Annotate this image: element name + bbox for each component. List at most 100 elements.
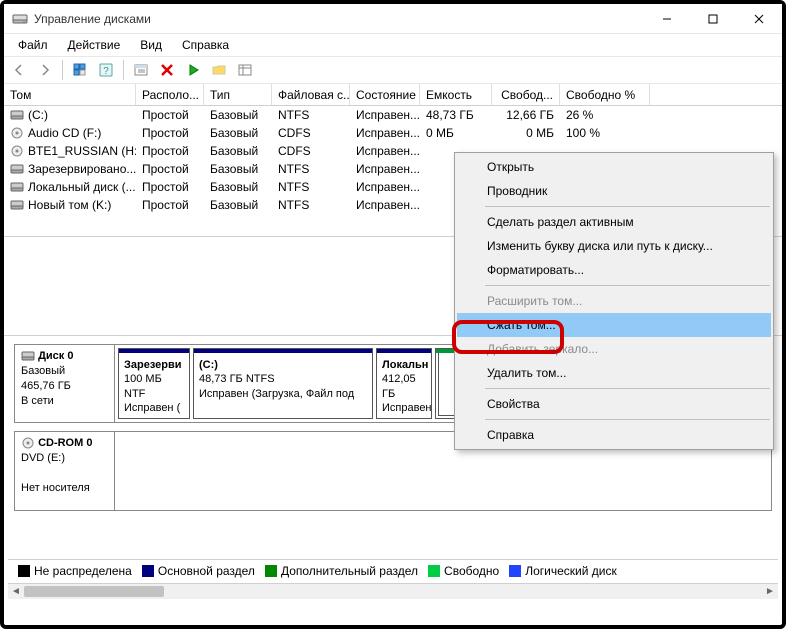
col-fs[interactable]: Файловая с... bbox=[272, 84, 350, 105]
maximize-button[interactable] bbox=[690, 4, 736, 33]
ctx-props[interactable]: Свойства bbox=[457, 392, 771, 416]
forward-button[interactable] bbox=[34, 59, 56, 81]
col-pct[interactable]: Свободно % bbox=[560, 84, 650, 105]
ctx-shrink[interactable]: Сжать том... bbox=[457, 313, 771, 337]
volume-name: BTE1_RUSSIAN (H:) bbox=[28, 144, 136, 158]
menu-help[interactable]: Справка bbox=[174, 36, 237, 54]
drive-icon bbox=[10, 163, 24, 175]
cell-fs: CDFS bbox=[272, 144, 350, 158]
window-title: Управление дисками bbox=[34, 12, 644, 26]
volume-table-header: Том Располо... Тип Файловая с... Состоян… bbox=[4, 84, 782, 106]
cdrom-header[interactable]: CD-ROM 0 DVD (E:) Нет носителя bbox=[15, 432, 115, 510]
back-button[interactable] bbox=[8, 59, 30, 81]
cd-icon bbox=[10, 145, 24, 157]
volume-name: Локальный диск (... bbox=[28, 180, 136, 194]
titlebar: Управление дисками bbox=[4, 4, 782, 34]
table-row[interactable]: Audio CD (F:)ПростойБазовыйCDFSИсправен.… bbox=[4, 124, 782, 142]
folder-button[interactable] bbox=[208, 59, 230, 81]
disk-icon bbox=[21, 350, 35, 362]
context-menu: Открыть Проводник Сделать раздел активны… bbox=[454, 152, 774, 450]
col-free[interactable]: Свобод... bbox=[492, 84, 560, 105]
cell-type: Базовый bbox=[204, 108, 272, 122]
col-volume[interactable]: Том bbox=[4, 84, 136, 105]
col-state[interactable]: Состояние bbox=[350, 84, 420, 105]
cell-type: Базовый bbox=[204, 144, 272, 158]
cdrom-title: CD-ROM 0 bbox=[38, 437, 92, 449]
partition[interactable]: (C:)48,73 ГБ NTFSИсправен (Загрузка, Фай… bbox=[193, 348, 373, 419]
legend-logical: Логический диск bbox=[525, 564, 617, 578]
scroll-right-icon[interactable]: ► bbox=[762, 584, 778, 600]
cell-layout: Простой bbox=[136, 198, 204, 212]
scroll-left-icon[interactable]: ◄ bbox=[8, 584, 24, 600]
partition[interactable]: Зарезерви 100 МБ NTF Исправен ( bbox=[118, 348, 190, 419]
settings-button[interactable] bbox=[130, 59, 152, 81]
cell-layout: Простой bbox=[136, 144, 204, 158]
cell-fs: NTFS bbox=[272, 180, 350, 194]
col-capacity[interactable]: Емкость bbox=[420, 84, 492, 105]
cell-pct: 26 % bbox=[560, 108, 650, 122]
disk0-size: 465,76 ГБ bbox=[21, 380, 71, 392]
delete-button[interactable] bbox=[156, 59, 178, 81]
cell-pct: 100 % bbox=[560, 126, 650, 140]
cell-free: 0 МБ bbox=[492, 126, 560, 140]
part-size: 48,73 ГБ NTFS bbox=[199, 373, 275, 385]
part-status: Исправен bbox=[382, 402, 432, 414]
col-layout[interactable]: Располо... bbox=[136, 84, 204, 105]
svg-text:?: ? bbox=[103, 66, 109, 77]
cd-icon bbox=[10, 127, 24, 139]
ctx-open[interactable]: Открыть bbox=[457, 155, 771, 179]
cell-cap: 0 МБ bbox=[420, 126, 492, 140]
cell-type: Базовый bbox=[204, 162, 272, 176]
play-button[interactable] bbox=[182, 59, 204, 81]
menu-view[interactable]: Вид bbox=[132, 36, 170, 54]
toolbar: ? bbox=[4, 56, 782, 84]
ctx-active[interactable]: Сделать раздел активным bbox=[457, 210, 771, 234]
ctx-delete[interactable]: Удалить том... bbox=[457, 361, 771, 385]
cell-type: Базовый bbox=[204, 126, 272, 140]
cell-fs: NTFS bbox=[272, 162, 350, 176]
cell-layout: Простой bbox=[136, 108, 204, 122]
part-status: Исправен ( bbox=[124, 402, 180, 414]
col-type[interactable]: Тип bbox=[204, 84, 272, 105]
part-name: Зарезерви bbox=[124, 359, 182, 371]
ctx-help[interactable]: Справка bbox=[457, 423, 771, 447]
cell-state: Исправен... bbox=[350, 126, 420, 140]
partition[interactable]: Локальн412,05 ГБИсправен bbox=[376, 348, 432, 419]
app-icon bbox=[12, 11, 28, 27]
cd-icon bbox=[21, 437, 35, 449]
menu-file[interactable]: Файл bbox=[10, 36, 56, 54]
cell-layout: Простой bbox=[136, 162, 204, 176]
cell-state: Исправен... bbox=[350, 162, 420, 176]
part-name: (C:) bbox=[199, 359, 218, 371]
volume-name: Новый том (K:) bbox=[28, 198, 111, 212]
menu-action[interactable]: Действие bbox=[60, 36, 129, 54]
table-row[interactable]: (C:)ПростойБазовыйNTFSИсправен...48,73 Г… bbox=[4, 106, 782, 124]
drive-icon bbox=[10, 199, 24, 211]
minimize-button[interactable] bbox=[644, 4, 690, 33]
cell-type: Базовый bbox=[204, 180, 272, 194]
cell-type: Базовый bbox=[204, 198, 272, 212]
menubar: Файл Действие Вид Справка bbox=[4, 34, 782, 56]
drive-icon bbox=[10, 181, 24, 193]
cell-cap: 48,73 ГБ bbox=[420, 108, 492, 122]
cell-layout: Простой bbox=[136, 180, 204, 194]
horizontal-scrollbar[interactable]: ◄ ► bbox=[8, 583, 778, 599]
disk0-type: Базовый bbox=[21, 365, 65, 377]
ctx-format[interactable]: Форматировать... bbox=[457, 258, 771, 282]
ctx-letter[interactable]: Изменить букву диска или путь к диску... bbox=[457, 234, 771, 258]
cell-state: Исправен... bbox=[350, 108, 420, 122]
refresh-button[interactable] bbox=[69, 59, 91, 81]
part-size: 100 МБ NTF bbox=[124, 373, 162, 399]
cell-state: Исправен... bbox=[350, 144, 420, 158]
close-button[interactable] bbox=[736, 4, 782, 33]
cdrom-type: DVD (E:) bbox=[21, 452, 65, 464]
legend-extended: Дополнительный раздел bbox=[281, 564, 418, 578]
ctx-explore[interactable]: Проводник bbox=[457, 179, 771, 203]
legend-primary: Основной раздел bbox=[158, 564, 255, 578]
help-button[interactable]: ? bbox=[95, 59, 117, 81]
disk0-header[interactable]: Диск 0 Базовый 465,76 ГБ В сети bbox=[15, 345, 115, 422]
legend-unalloc: Не распределена bbox=[34, 564, 132, 578]
ctx-mirror: Добавить зеркало... bbox=[457, 337, 771, 361]
scroll-thumb[interactable] bbox=[24, 586, 164, 597]
list-button[interactable] bbox=[234, 59, 256, 81]
